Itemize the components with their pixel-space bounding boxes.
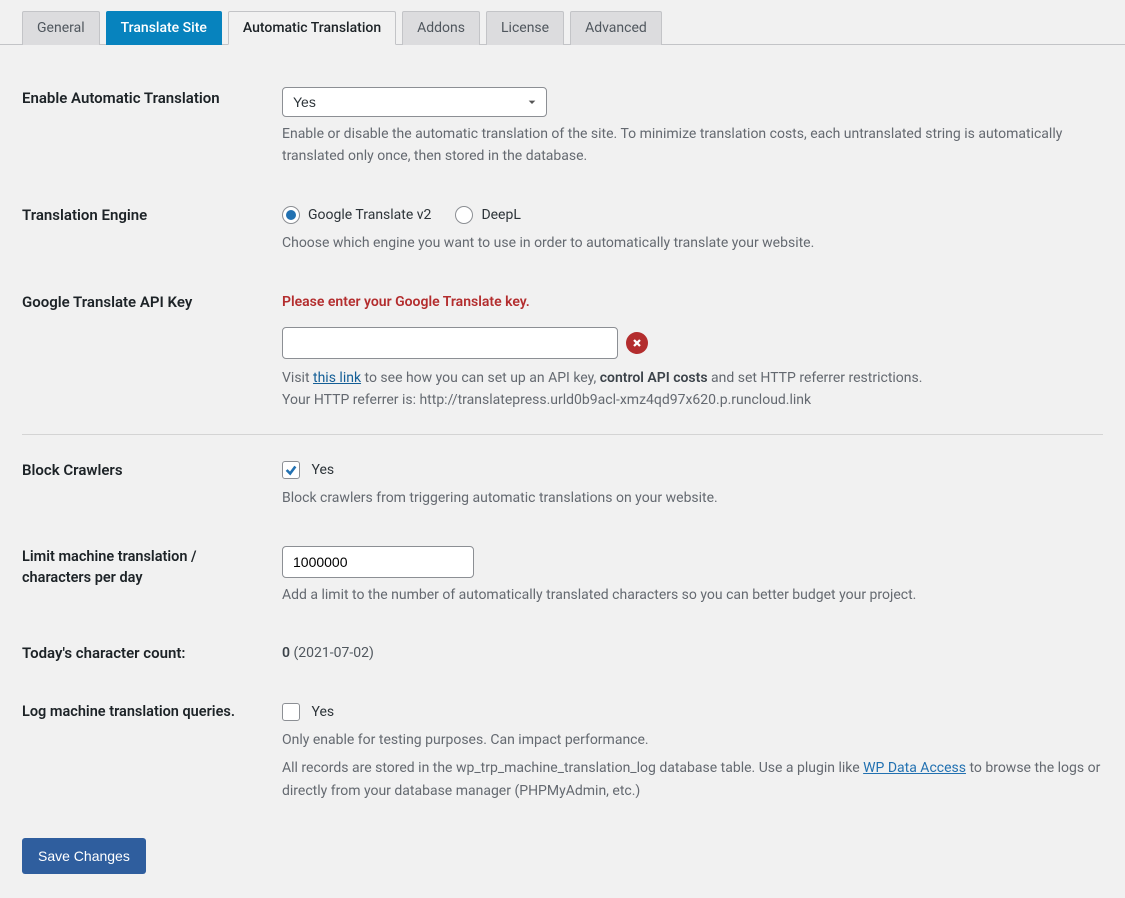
tab-license[interactable]: License [486,11,564,45]
radio-deepl[interactable]: DeepL [455,204,520,226]
block-label: Block Crawlers [22,459,282,482]
apikey-help: Visit this link to see how you can set u… [282,367,1103,412]
log-label: Log machine translation queries. [22,701,282,723]
radio-google-label: Google Translate v2 [308,204,431,226]
log-chk-label: Yes [311,704,334,720]
today-label: Today's character count: [22,642,282,665]
limit-help: Add a limit to the number of automatical… [282,584,1103,606]
apikey-input[interactable] [282,327,618,359]
radio-google-input[interactable] [282,206,300,224]
enable-select[interactable]: Yes [282,87,547,117]
error-icon [626,332,648,354]
apikey-error: Please enter your Google Translate key. [282,291,1103,313]
tab-general[interactable]: General [22,11,100,45]
radio-deepl-label: DeepL [481,204,520,226]
tab-advanced[interactable]: Advanced [570,11,662,45]
limit-input[interactable] [282,546,474,578]
save-button[interactable]: Save Changes [22,838,146,874]
radio-deepl-input[interactable] [455,206,473,224]
tab-automatic-translation[interactable]: Automatic Translation [228,11,396,45]
engine-label: Translation Engine [22,204,282,227]
referrer-value: http://translatepress.urld0b9acl-xmz4qd9… [419,392,811,408]
limit-label: Limit machine translation / characters p… [22,546,282,590]
radio-google[interactable]: Google Translate v2 [282,204,431,226]
apikey-link[interactable]: this link [313,370,361,386]
tab-translate-site[interactable]: Translate Site [106,11,222,45]
block-help: Block crawlers from triggering automatic… [282,487,1103,509]
log-help1: Only enable for testing purposes. Can im… [282,729,1103,751]
enable-help: Enable or disable the automatic translat… [282,123,1103,168]
tab-addons[interactable]: Addons [402,11,480,45]
apikey-label: Google Translate API Key [22,291,282,314]
wp-data-access-link[interactable]: WP Data Access [863,760,966,776]
engine-help: Choose which engine you want to use in o… [282,232,1103,254]
today-count: 0 [282,645,290,661]
tabs-nav: General Translate Site Automatic Transla… [0,0,1125,45]
today-date: (2021-07-02) [290,645,374,661]
block-crawlers-checkbox[interactable] [282,461,300,479]
log-queries-checkbox[interactable] [282,703,300,721]
log-help2: All records are stored in the wp_trp_mac… [282,757,1103,802]
block-crawlers-chk-label: Yes [311,462,334,478]
enable-label: Enable Automatic Translation [22,87,282,110]
